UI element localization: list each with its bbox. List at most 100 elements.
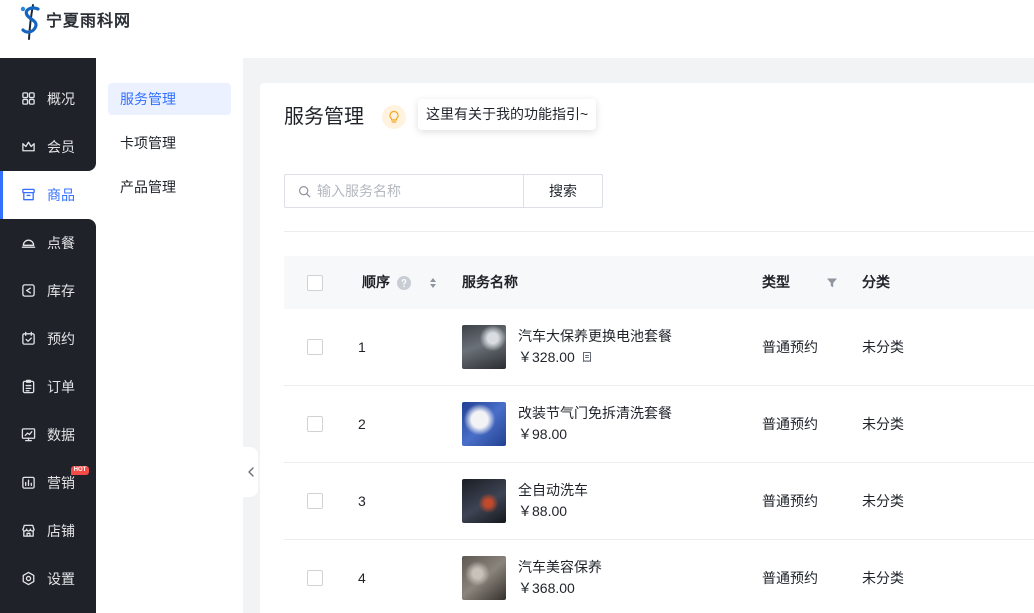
service-thumbnail	[462, 325, 506, 369]
service-price-line: ￥88.00	[518, 501, 567, 521]
table-row: 1 汽车大保养更换电池套餐 ￥328.00 普通预约 未分类	[284, 309, 1034, 386]
row-order: 2	[358, 416, 366, 432]
sidebar-item-marketing[interactable]: 营销 HOT	[0, 459, 96, 507]
hot-badge: HOT	[71, 466, 89, 475]
chevron-left-icon	[247, 467, 254, 477]
sidebar-item-label: 商品	[47, 187, 75, 203]
service-thumbnail	[462, 479, 506, 523]
service-price: ￥368.00	[518, 580, 575, 596]
sidebar-item-inventory[interactable]: 库存	[0, 267, 96, 315]
sidebar-item-label: 概况	[47, 91, 75, 107]
service-price-line: ￥328.00	[518, 347, 593, 367]
table-row: 3 全自动洗车 ￥88.00 普通预约 未分类	[284, 463, 1034, 540]
row-checkbox[interactable]	[307, 570, 323, 586]
brand-name: 宁夏雨科网	[46, 13, 132, 30]
feature-guide-button[interactable]	[382, 105, 406, 129]
row-checkbox[interactable]	[307, 416, 323, 432]
search-button[interactable]: 搜索	[523, 174, 603, 208]
subnav-item-card-management[interactable]: 卡项管理	[108, 127, 231, 159]
column-header-category: 分类	[862, 274, 890, 290]
sidebar-item-members[interactable]: 会员	[0, 123, 96, 171]
bulb-icon	[389, 110, 399, 123]
divider	[284, 231, 1034, 232]
service-type: 普通预约	[762, 416, 818, 432]
service-type: 普通预约	[762, 339, 818, 355]
service-price: ￥328.00	[518, 349, 575, 365]
search-input[interactable]	[317, 183, 517, 199]
collapse-subnav-button[interactable]	[243, 447, 258, 497]
page-title: 服务管理	[284, 106, 364, 128]
search-icon	[299, 185, 311, 197]
marketing-chart-icon	[21, 475, 36, 490]
sidebar-top-spacer	[0, 58, 96, 75]
brand-logo-icon	[20, 4, 40, 40]
service-name: 改装节气门免拆清洗套餐	[518, 405, 672, 421]
sidebar-item-label: 预约	[47, 331, 75, 347]
crown-icon	[21, 139, 36, 154]
feature-guide-tooltip: 这里有关于我的功能指引~	[418, 99, 597, 130]
help-icon[interactable]	[397, 276, 411, 290]
row-checkbox[interactable]	[307, 493, 323, 509]
service-name: 汽车美容保养	[518, 559, 602, 575]
column-header-type: 类型	[762, 274, 790, 290]
row-order: 3	[358, 493, 366, 509]
secondary-sidebar: 服务管理 卡项管理 产品管理	[96, 58, 243, 613]
table-row: 2 改装节气门免拆清洗套餐 ￥98.00 普通预约 未分类	[284, 386, 1034, 463]
service-category: 未分类	[862, 493, 904, 509]
row-checkbox[interactable]	[307, 339, 323, 355]
subnav-item-service-management[interactable]: 服务管理	[108, 83, 231, 115]
order-list-icon	[21, 379, 36, 394]
receipt-icon[interactable]	[581, 351, 593, 363]
table-header: 顺序 服务名称 类型 分类	[284, 256, 1034, 309]
service-name: 汽车大保养更换电池套餐	[518, 328, 672, 344]
brand-logo[interactable]: 宁夏雨科网	[18, 3, 131, 41]
service-price-line: ￥98.00	[518, 424, 567, 444]
settings-icon	[21, 571, 36, 586]
shop-icon	[21, 187, 36, 202]
service-thumbnail	[462, 402, 506, 446]
service-category: 未分类	[862, 416, 904, 432]
main-content-card: 服务管理 这里有关于我的功能指引~ 搜索 顺序 服务名称 类型	[260, 83, 1034, 613]
sort-icon[interactable]	[429, 277, 437, 289]
subnav-item-product-management[interactable]: 产品管理	[108, 171, 231, 203]
sidebar-item-label: 点餐	[47, 235, 75, 251]
sidebar-item-label: 库存	[47, 283, 75, 299]
service-category: 未分类	[862, 570, 904, 586]
sidebar-item-reservations[interactable]: 预约	[0, 315, 96, 363]
sidebar-item-label: 设置	[47, 571, 75, 587]
sidebar-item-label: 数据	[47, 427, 75, 443]
service-category: 未分类	[862, 339, 904, 355]
service-name: 全自动洗车	[518, 482, 588, 498]
sidebar-item-ordering[interactable]: 点餐	[0, 219, 96, 267]
sidebar-item-orders[interactable]: 订单	[0, 363, 96, 411]
service-table: 顺序 服务名称 类型 分类 1 汽车大保养更换电池套餐 ￥328.00 普通预约…	[284, 256, 1034, 613]
sidebar-item-overview[interactable]: 概况	[0, 75, 96, 123]
sidebar-bottom-spacer	[0, 603, 96, 613]
service-type: 普通预约	[762, 570, 818, 586]
service-price: ￥88.00	[518, 503, 568, 519]
select-all-checkbox[interactable]	[307, 274, 323, 291]
table-row: 4 汽车美容保养 ￥368.00 普通预约 未分类	[284, 540, 1034, 613]
sidebar-item-products[interactable]: 商品	[0, 171, 96, 219]
service-price-line: ￥368.00	[518, 578, 575, 598]
sidebar-item-label: 会员	[47, 139, 75, 155]
sidebar-item-label: 订单	[47, 379, 75, 395]
monitor-chart-icon	[21, 427, 36, 442]
row-order: 4	[358, 570, 366, 586]
row-order: 1	[358, 339, 366, 355]
dish-cover-icon	[21, 235, 36, 250]
service-price: ￥98.00	[518, 426, 568, 442]
column-header-name: 服务名称	[462, 274, 518, 290]
store-icon	[21, 523, 36, 538]
top-header: 宁夏雨科网	[0, 0, 1034, 58]
sidebar-item-store[interactable]: 店铺	[0, 507, 96, 555]
inventory-icon	[21, 283, 36, 298]
calendar-check-icon	[21, 331, 36, 346]
sidebar-item-label: 店铺	[47, 523, 75, 539]
service-type: 普通预约	[762, 493, 818, 509]
sidebar-item-settings[interactable]: 设置	[0, 555, 96, 603]
search-box[interactable]	[284, 174, 524, 208]
sidebar-item-data[interactable]: 数据	[0, 411, 96, 459]
service-thumbnail	[462, 556, 506, 600]
filter-icon[interactable]	[826, 277, 838, 289]
